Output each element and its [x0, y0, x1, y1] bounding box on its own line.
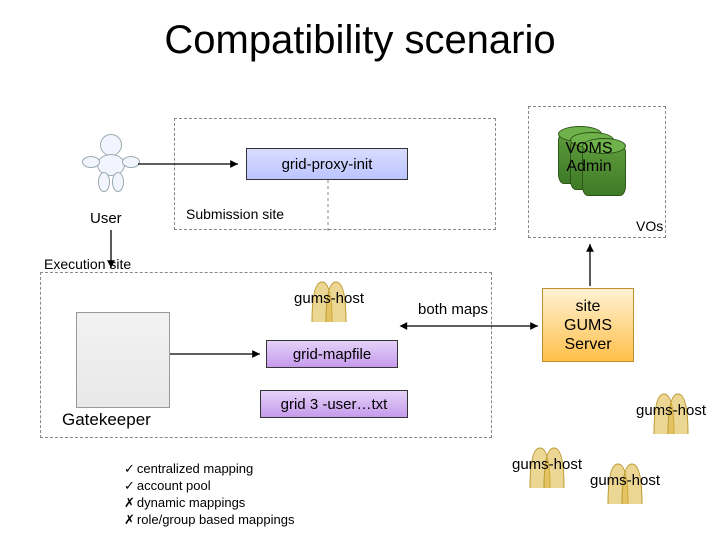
bullet-account-pool: account pool	[124, 477, 294, 494]
gums-host-label-2: gums-host	[636, 402, 706, 419]
grid3-user-txt-box: grid 3 -user…txt	[260, 390, 408, 418]
gatekeeper-box	[76, 312, 170, 408]
both-maps-label: both maps	[418, 301, 488, 318]
arrow-gk-to-mapfile	[170, 344, 270, 369]
gums-host-label-1: gums-host	[294, 290, 364, 307]
voms-admin-label: VOMSAdmin	[554, 140, 624, 176]
user-label: User	[90, 210, 122, 227]
arrow-user-to-proxy	[138, 154, 248, 179]
gums-server-text-3: Server	[564, 335, 611, 354]
bullet-dynamic: dynamic mappings	[124, 494, 294, 511]
gums-host-label-3: gums-host	[512, 456, 582, 473]
arrow-user-down	[104, 230, 118, 281]
bullet-centralized: centralized mapping	[124, 460, 294, 477]
submission-site-label: Submission site	[186, 206, 284, 222]
gums-server-text-2: GUMS	[564, 316, 612, 335]
grid-proxy-init-box: grid-proxy-init	[246, 148, 408, 180]
gums-host-label-4: gums-host	[590, 472, 660, 489]
arrow-maps-to-gums	[398, 318, 548, 339]
feature-list: centralized mapping account pool dynamic…	[124, 460, 294, 528]
arrow-proxy-down	[322, 180, 334, 241]
gatekeeper-label: Gatekeeper	[62, 410, 151, 430]
page-title: Compatibility scenario	[0, 18, 720, 63]
vos-label: VOs	[636, 218, 663, 234]
execution-site-label: Execution site	[44, 256, 131, 272]
gums-server-text-1: site	[576, 297, 601, 316]
site-gums-server-box: site GUMS Server	[542, 288, 634, 362]
grid-mapfile-box: grid-mapfile	[266, 340, 398, 368]
bullet-rolegroup: role/group based mappings	[124, 511, 294, 528]
arrow-gums-to-vos	[582, 240, 598, 295]
